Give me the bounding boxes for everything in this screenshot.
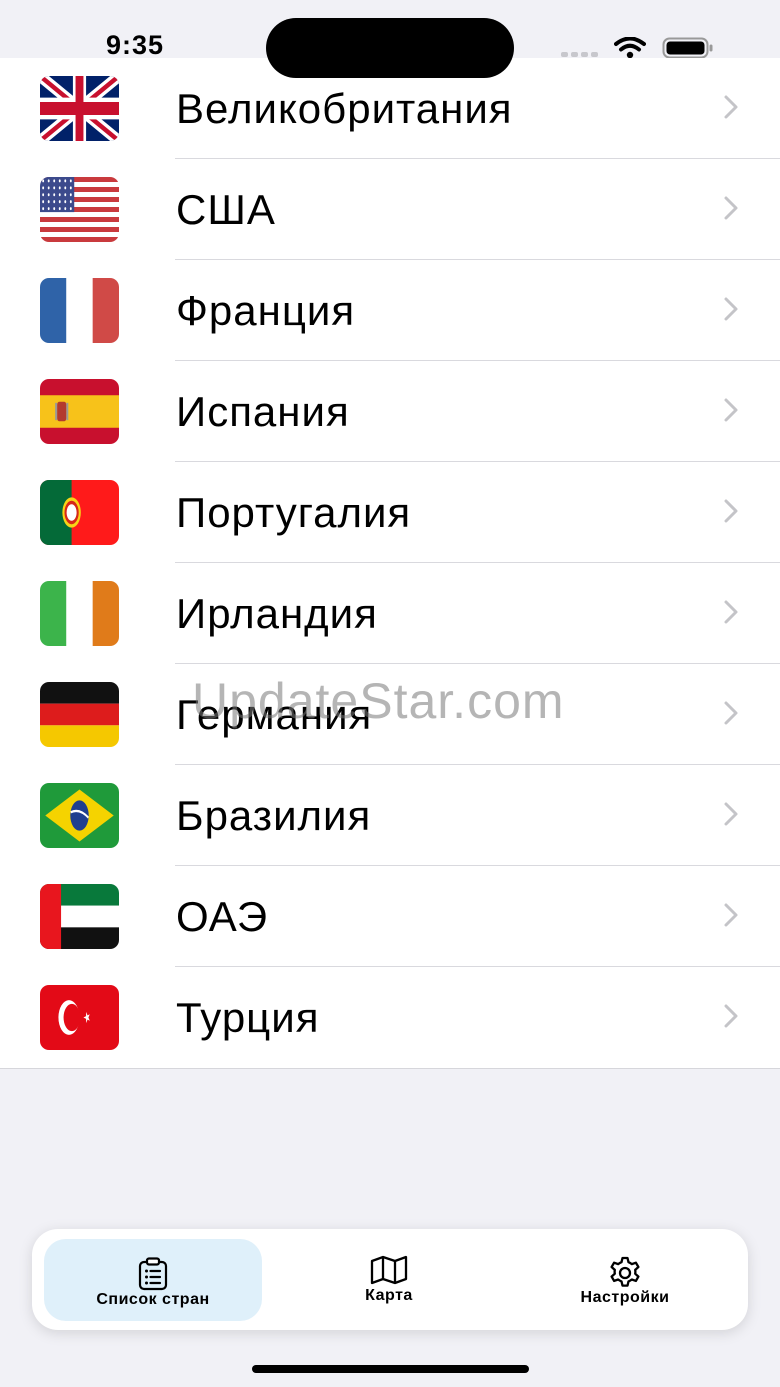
country-name: ОАЭ (176, 893, 269, 940)
ireland-flag-icon (40, 581, 119, 646)
country-row[interactable]: ОАЭ (0, 866, 780, 967)
clipboard-list-icon (138, 1257, 168, 1291)
chevron-right-icon (722, 902, 740, 933)
tab-map[interactable]: Карта (280, 1239, 498, 1321)
turkey-flag-icon (40, 985, 119, 1050)
tab-map-label: Карта (365, 1287, 413, 1304)
country-name: Великобритания (176, 85, 513, 132)
chevron-right-icon (722, 1003, 740, 1034)
country-row[interactable]: Франция (0, 260, 780, 361)
germany-flag-icon (40, 682, 119, 747)
gear-icon (610, 1256, 640, 1287)
tab-settings-label: Настройки (580, 1289, 670, 1306)
country-row[interactable]: Турция (0, 967, 780, 1068)
chevron-right-icon (722, 700, 740, 731)
chevron-right-icon (722, 599, 740, 630)
chevron-right-icon (722, 801, 740, 832)
chevron-right-icon (722, 397, 740, 428)
country-list: Великобритания США Франция Испания Португали… (0, 58, 780, 1069)
tab-country-list[interactable]: Список стран (44, 1239, 262, 1321)
country-name: Испания (176, 388, 350, 435)
country-row[interactable]: Ирландия (0, 563, 780, 664)
home-indicator (252, 1365, 529, 1373)
chevron-right-icon (722, 94, 740, 125)
country-row[interactable]: Бразилия (0, 765, 780, 866)
brazil-flag-icon (40, 783, 119, 848)
france-flag-icon (40, 278, 119, 343)
spain-flag-icon (40, 379, 119, 444)
battery-icon (662, 37, 713, 59)
country-name: Ирландия (176, 590, 378, 637)
country-name: Франция (176, 287, 356, 334)
portugal-flag-icon (40, 480, 119, 545)
map-icon (370, 1255, 408, 1285)
dynamic-island (266, 18, 514, 78)
chevron-right-icon (722, 296, 740, 327)
country-row[interactable]: Португалия (0, 462, 780, 563)
country-row[interactable]: Испания (0, 361, 780, 462)
uk-flag-icon (40, 76, 119, 141)
uae-flag-icon (40, 884, 119, 949)
country-name: Португалия (176, 489, 412, 536)
country-name: Турция (176, 994, 320, 1041)
watermark: UpdateStar.com (192, 673, 565, 729)
usa-flag-icon (40, 177, 119, 242)
chevron-right-icon (722, 498, 740, 529)
wifi-icon (614, 37, 646, 59)
country-name: США (176, 186, 276, 233)
status-time: 9:35 (106, 30, 165, 60)
country-row[interactable]: США (0, 159, 780, 260)
tab-country-list-label: Список стран (96, 1291, 210, 1308)
tab-settings[interactable]: Настройки (516, 1239, 734, 1321)
tab-bar: Список стран Карта Настройки (32, 1229, 748, 1330)
chevron-right-icon (722, 195, 740, 226)
country-name: Бразилия (176, 792, 372, 839)
